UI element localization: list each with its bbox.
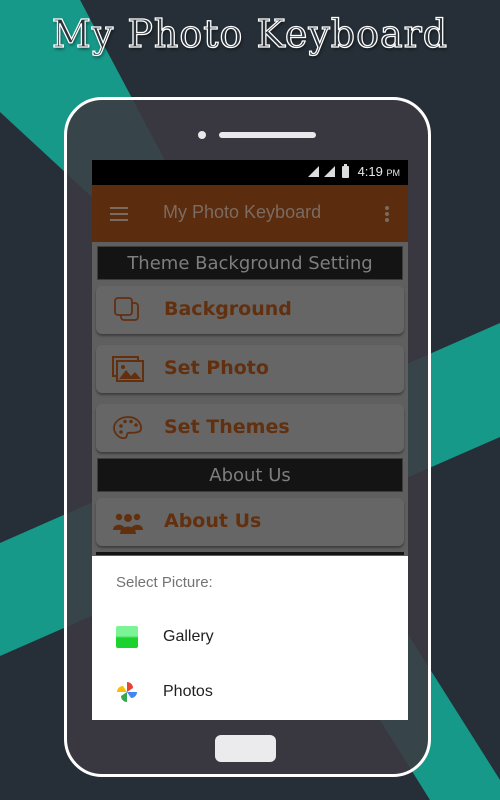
hamburger-icon[interactable] xyxy=(110,207,128,225)
layers-icon xyxy=(114,297,139,321)
status-bar: 4:19 PM xyxy=(92,160,408,185)
section-header-theme: Theme Background Setting xyxy=(97,246,403,280)
palette-icon xyxy=(113,416,142,440)
more-vert-icon[interactable] xyxy=(385,206,389,224)
chooser-option-gallery[interactable]: Gallery xyxy=(92,614,408,664)
signal-icon xyxy=(307,166,319,177)
camera-dot xyxy=(198,131,206,139)
battery-icon xyxy=(341,163,349,178)
chooser-label-photos: Photos xyxy=(163,683,213,700)
signal-icon-2 xyxy=(323,166,335,177)
photo-library-icon xyxy=(112,356,144,382)
menu-item-about-us[interactable]: About Us xyxy=(96,498,404,546)
clock-time: 4:19 xyxy=(357,164,383,179)
google-photos-icon xyxy=(117,682,137,702)
speaker-grille xyxy=(219,132,316,138)
menu-label-set-photo: Set Photo xyxy=(164,357,269,379)
app-title: My Photo Keyboard xyxy=(163,202,322,222)
status-clock: 4:19 PM xyxy=(358,164,400,179)
home-button[interactable] xyxy=(215,735,276,762)
phone-screen: 4:19 PM My Photo Keyboard Theme Backgrou… xyxy=(92,160,408,720)
sheet-title: Select Picture: xyxy=(116,574,213,591)
select-picture-sheet: Select Picture: Gallery Photos xyxy=(92,556,408,720)
section-header-about: About Us xyxy=(97,458,403,492)
chooser-option-photos[interactable]: Photos xyxy=(92,669,408,719)
promo-title: My Photo Keyboard xyxy=(51,11,449,56)
menu-label-about-us: About Us xyxy=(164,510,262,532)
list-divider xyxy=(96,552,404,555)
menu-item-set-themes[interactable]: Set Themes xyxy=(96,404,404,452)
people-icon xyxy=(113,513,143,534)
menu-item-background[interactable]: Background xyxy=(96,286,404,334)
menu-label-set-themes: Set Themes xyxy=(164,416,290,438)
menu-item-set-photo[interactable]: Set Photo xyxy=(96,345,404,393)
app-bar: My Photo Keyboard xyxy=(92,185,408,242)
clock-ampm: PM xyxy=(386,168,401,178)
chooser-label-gallery: Gallery xyxy=(163,628,214,645)
menu-label-background: Background xyxy=(164,298,292,320)
gallery-icon xyxy=(116,626,138,648)
